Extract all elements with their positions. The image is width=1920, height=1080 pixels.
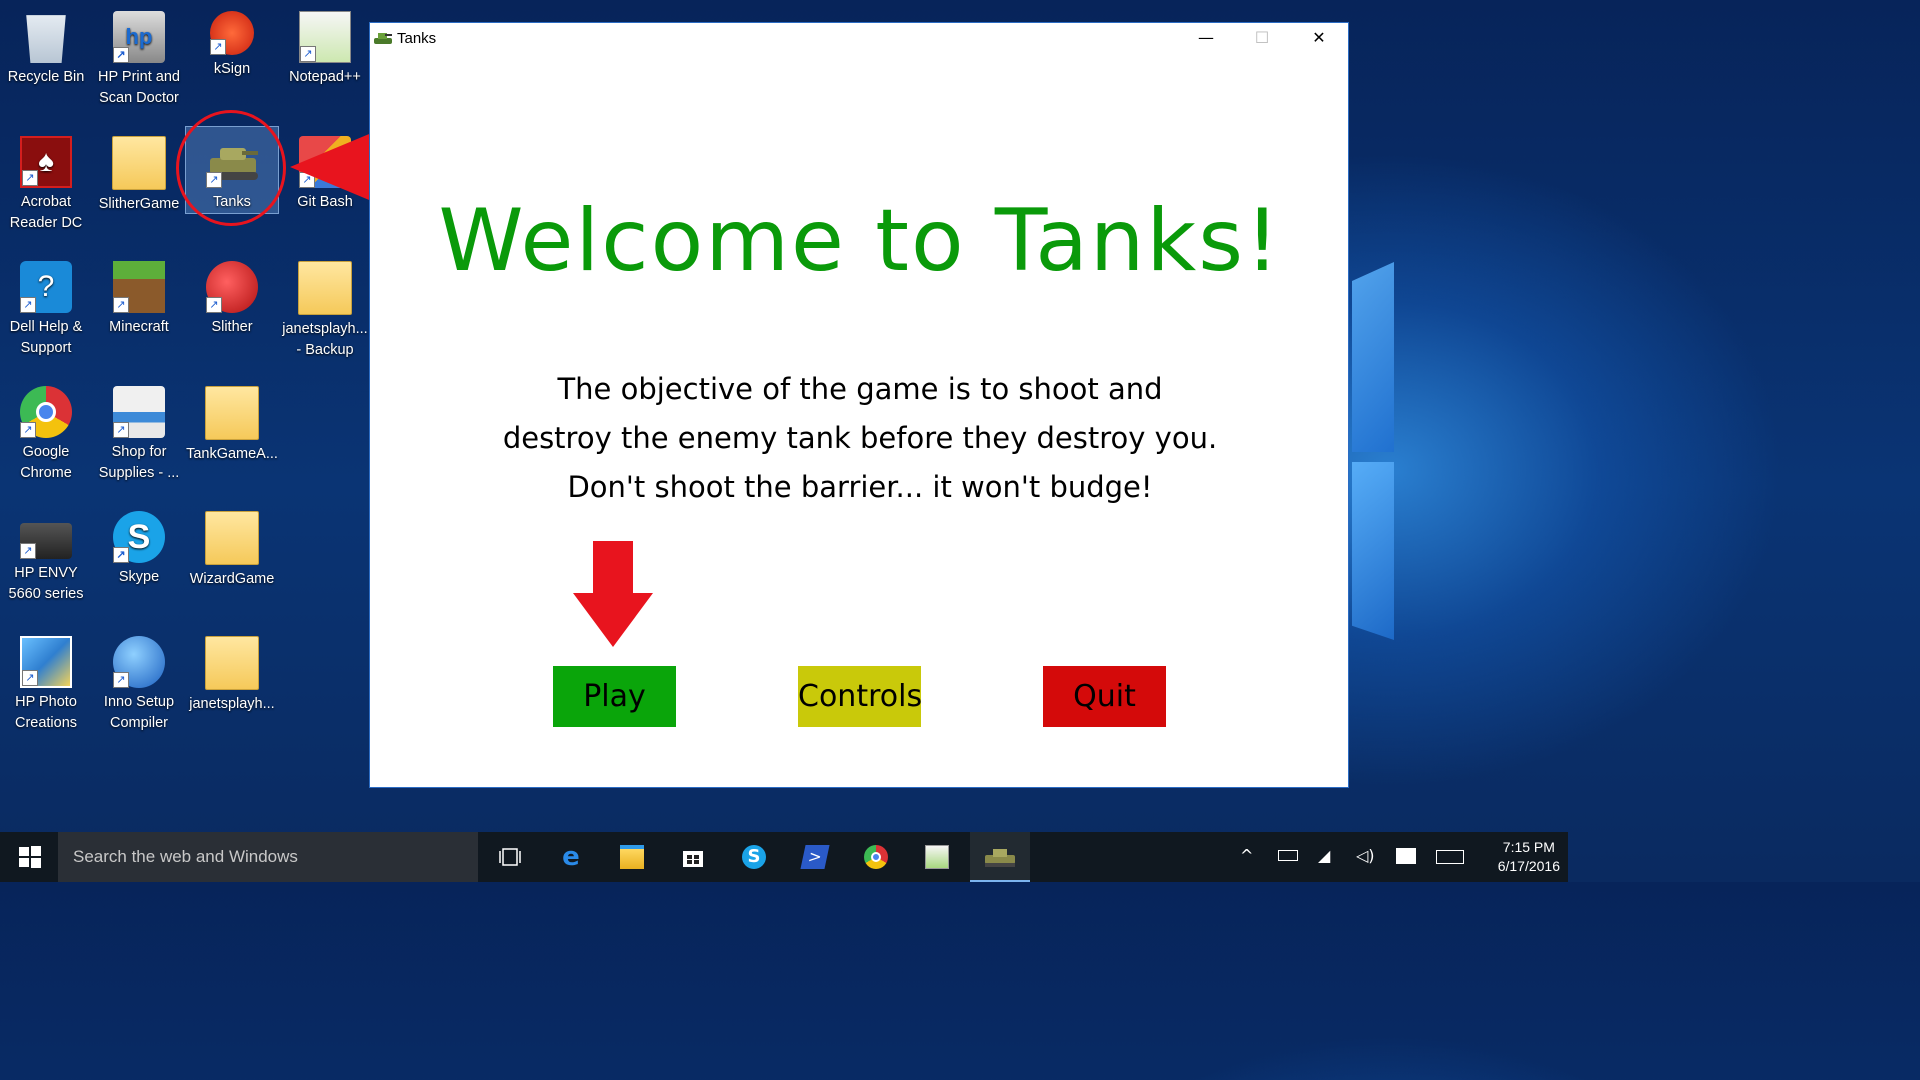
folder-icon bbox=[298, 261, 352, 315]
chevron-up-icon[interactable]: ^ bbox=[1240, 846, 1253, 865]
apple-icon: ↗ bbox=[206, 261, 258, 313]
desktop-icon-shop-supplies[interactable]: ↗ Shop for Supplies - ... bbox=[93, 380, 185, 484]
folder-icon bbox=[112, 136, 166, 190]
desktop-icon-dell-help[interactable]: ? ↗ Dell Help & Support bbox=[0, 255, 92, 359]
quit-button[interactable]: Quit bbox=[1043, 666, 1166, 727]
folder-icon bbox=[205, 636, 259, 690]
notification-icon[interactable] bbox=[1396, 848, 1416, 864]
annotation-circle bbox=[176, 110, 286, 226]
keyboard-icon[interactable] bbox=[1436, 850, 1464, 864]
tanks-window: Tanks — ☐ ✕ Welcome to Tanks! The object… bbox=[369, 22, 1349, 788]
annotation-arrow-down bbox=[573, 541, 653, 647]
minecraft-icon: ↗ bbox=[113, 261, 165, 313]
printer-supplies-icon: ↗ bbox=[113, 386, 165, 438]
store-icon bbox=[683, 851, 703, 867]
desktop-icon-janetsplayh-backup[interactable]: janetsplayh... - Backup bbox=[279, 255, 371, 361]
skype-icon: S ↗ bbox=[113, 511, 165, 563]
acrobat-icon: ♠ ↗ bbox=[20, 136, 72, 188]
title-bar[interactable]: Tanks — ☐ ✕ bbox=[370, 23, 1348, 55]
welcome-heading: Welcome to Tanks! bbox=[438, 191, 1282, 291]
objective-line: Don't shoot the barrier... it won't budg… bbox=[567, 470, 1153, 504]
task-view-icon bbox=[499, 848, 521, 866]
desktop-icon-hp-envy[interactable]: ↗ HP ENVY 5660 series bbox=[0, 505, 92, 605]
desktop-icon-minecraft[interactable]: ↗ Minecraft bbox=[93, 255, 185, 338]
taskbar-file-explorer[interactable] bbox=[602, 832, 662, 882]
taskbar-skype[interactable]: S bbox=[724, 832, 784, 882]
dell-help-icon: ? ↗ bbox=[20, 261, 72, 313]
edge-icon: e bbox=[562, 842, 580, 872]
taskbar-notepad-plus[interactable] bbox=[907, 832, 967, 882]
maximize-button[interactable]: ☐ bbox=[1239, 23, 1285, 55]
desktop-icon-notepad-plus[interactable]: ↗ Notepad++ bbox=[279, 5, 371, 88]
windows-start-icon bbox=[19, 846, 41, 868]
powershell-icon: > bbox=[800, 845, 830, 869]
desktop-icon-janetsplayh[interactable]: janetsplayh... bbox=[186, 630, 278, 715]
ksign-icon: ↗ bbox=[210, 11, 254, 55]
desktop-icon-hp-print-doctor[interactable]: hp ↗ HP Print and Scan Doctor bbox=[93, 5, 185, 109]
skype-icon: S bbox=[742, 845, 766, 869]
desktop-icon-ksign[interactable]: ↗ kSign bbox=[186, 5, 278, 80]
chrome-icon bbox=[864, 845, 888, 869]
desktop-icon-skype[interactable]: S ↗ Skype bbox=[93, 505, 185, 588]
taskbar-chrome[interactable] bbox=[846, 832, 906, 882]
desktop-icon-hp-photo[interactable]: ↗ HP Photo Creations bbox=[0, 630, 92, 734]
desktop-icon-recycle-bin[interactable]: Recycle Bin bbox=[0, 5, 92, 88]
printer-icon: ↗ bbox=[20, 523, 72, 559]
hp-doctor-icon: hp ↗ bbox=[113, 11, 165, 63]
clock-date: 6/17/2016 bbox=[1497, 858, 1560, 874]
taskbar-powershell[interactable]: > bbox=[785, 832, 845, 882]
tank-icon bbox=[985, 845, 1015, 869]
taskbar-edge[interactable]: e bbox=[541, 832, 601, 882]
wifi-icon[interactable]: ◢ bbox=[1318, 846, 1330, 865]
controls-button[interactable]: Controls bbox=[798, 666, 922, 727]
objective-line: The objective of the game is to shoot an… bbox=[557, 372, 1163, 406]
volume-icon[interactable]: ◁) bbox=[1356, 846, 1375, 865]
battery-icon[interactable] bbox=[1278, 850, 1298, 861]
desktop-icon-slither[interactable]: ↗ Slither bbox=[186, 255, 278, 338]
chrome-icon: ↗ bbox=[20, 386, 72, 438]
folder-icon bbox=[205, 386, 259, 440]
recycle-bin-icon bbox=[26, 15, 66, 63]
desktop-icon-acrobat[interactable]: ♠ ↗ Acrobat Reader DC bbox=[0, 130, 92, 234]
folder-icon bbox=[620, 845, 644, 869]
start-button[interactable] bbox=[0, 832, 60, 882]
photo-icon: ↗ bbox=[20, 636, 72, 688]
desktop-icon-chrome[interactable]: ↗ Google Chrome bbox=[0, 380, 92, 484]
close-button[interactable]: ✕ bbox=[1296, 23, 1342, 55]
task-view-button[interactable] bbox=[480, 832, 540, 882]
desktop-icon-tankgamea[interactable]: TankGameA... bbox=[186, 380, 278, 465]
clock-time: 7:15 PM bbox=[1502, 839, 1555, 855]
search-box[interactable]: Search the web and Windows bbox=[58, 832, 478, 882]
taskbar-store[interactable] bbox=[663, 832, 723, 882]
inno-setup-icon: ↗ bbox=[113, 636, 165, 688]
desktop-icon-wizardgame[interactable]: WizardGame bbox=[186, 505, 278, 590]
tank-icon bbox=[374, 30, 392, 46]
taskbar: Search the web and Windows e S > ^ ◢ ◁) … bbox=[0, 832, 1568, 882]
objective-line: destroy the enemy tank before they destr… bbox=[502, 421, 1218, 455]
play-button[interactable]: Play bbox=[553, 666, 676, 727]
notepad-plus-icon: ↗ bbox=[299, 11, 351, 63]
objective-text: The objective of the game is to shoot an… bbox=[370, 365, 1350, 512]
notepad-plus-icon bbox=[925, 845, 949, 869]
minimize-button[interactable]: — bbox=[1183, 23, 1229, 55]
taskbar-tanks[interactable] bbox=[970, 832, 1030, 882]
desktop-icon-inno-setup[interactable]: ↗ Inno Setup Compiler bbox=[93, 630, 185, 734]
clock[interactable]: 7:15 PM 6/17/2016 bbox=[1498, 838, 1560, 876]
search-placeholder: Search the web and Windows bbox=[73, 847, 298, 866]
window-title: Tanks bbox=[397, 30, 437, 47]
desktop-icon-slithergame[interactable]: SlitherGame bbox=[93, 130, 185, 215]
folder-icon bbox=[205, 511, 259, 565]
